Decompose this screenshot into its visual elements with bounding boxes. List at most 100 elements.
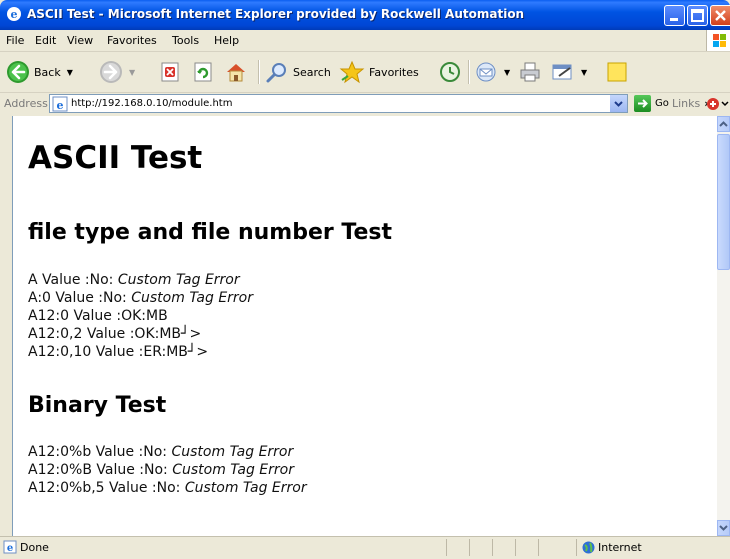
back-arrow-icon [7,61,29,83]
ie-page-icon: e [52,96,68,112]
result-line: A Value :No: Custom Tag Error [28,272,240,288]
internet-globe-icon [582,541,595,554]
frame-border [0,116,13,536]
menu-help[interactable]: Help [214,34,239,47]
minimize-button[interactable] [664,5,685,26]
toolbar-separator [468,60,470,84]
favorites-button[interactable]: Favorites [339,58,419,86]
forward-button[interactable]: ▼ [99,58,135,86]
chevron-down-icon [719,525,728,531]
result-text: A12:0,2 Value :OK:MB┘> [28,326,202,342]
stop-button[interactable] [160,58,182,86]
home-button[interactable] [224,58,248,86]
edit-button[interactable]: ▼ [551,58,587,86]
svg-text:e: e [11,8,18,21]
scroll-thumb[interactable] [717,134,730,270]
back-dropdown-icon[interactable]: ▼ [67,68,73,77]
minimize-icon [670,18,678,21]
print-button[interactable] [518,58,542,86]
maximize-icon [691,9,704,22]
result-line: A12:0%b,5 Value :No: Custom Tag Error [28,480,307,496]
address-bar: Address e http://192.168.0.10/module.htm… [0,93,730,115]
mail-dropdown-icon[interactable]: ▼ [504,68,510,77]
go-button[interactable]: Go [634,95,669,112]
links-label: Links [672,97,701,110]
refresh-icon [194,62,212,82]
status-divider [515,539,516,556]
result-text: A Value :No: [28,272,118,288]
content-frame: ASCII Test file type and file number Tes… [13,138,730,536]
address-label: Address [4,97,48,110]
page-content: ASCII Test file type and file number Tes… [13,138,717,536]
menu-view[interactable]: View [67,34,93,47]
svg-text:e: e [57,99,64,112]
note-icon [607,62,627,82]
mail-button[interactable]: ▼ [474,58,510,86]
forward-arrow-icon [100,61,122,83]
result-line: A12:0%b Value :No: Custom Tag Error [28,444,293,460]
error-text: Custom Tag Error [171,444,294,460]
section-heading-binary: Binary Test [28,393,167,418]
menu-favorites[interactable]: Favorites [107,34,157,47]
vertical-scrollbar[interactable] [717,116,730,536]
forward-dropdown-icon[interactable]: ▼ [129,68,135,77]
history-button[interactable] [438,58,462,86]
status-bar: e Done Internet [0,536,730,559]
address-url: http://192.168.0.10/module.htm [71,98,233,109]
maximize-button[interactable] [687,5,708,26]
mail-icon [476,62,496,82]
favorites-star-icon [339,60,365,84]
edit-dropdown-icon[interactable]: ▼ [581,68,587,77]
go-arrow-icon [634,95,651,112]
close-button[interactable] [710,5,730,26]
search-label: Search [293,65,331,79]
result-text: A12:0%b Value :No: [28,444,172,460]
error-text: Custom Tag Error [172,462,294,478]
address-input[interactable]: e http://192.168.0.10/module.htm [49,94,628,113]
back-button[interactable]: Back ▼ [6,58,73,86]
scroll-up-button[interactable] [717,116,730,132]
error-text: Custom Tag Error [131,290,253,306]
stop-icon [161,62,179,82]
error-text: Custom Tag Error [117,272,240,288]
search-icon [266,63,286,83]
close-icon [715,10,726,21]
content-top-margin [13,116,730,138]
search-button[interactable]: Search [265,58,331,86]
back-label: Back [34,65,61,79]
menu-tools[interactable]: Tools [172,34,199,47]
menu-edit[interactable]: Edit [35,34,56,47]
page-title: ASCII Test [28,140,203,176]
result-text: A12:0,10 Value :ER:MB┘> [28,344,209,360]
result-text: A12:0 Value :OK:MB [28,308,168,324]
addon-button[interactable] [705,94,730,114]
ie-logo-icon: e [7,7,21,21]
address-dropdown-button[interactable] [609,95,627,112]
status-divider [469,539,470,556]
result-line: A12:0%B Value :No: Custom Tag Error [28,462,294,478]
result-line: A:0 Value :No: Custom Tag Error [28,290,253,306]
status-divider [576,539,577,556]
status-divider [492,539,493,556]
chevron-down-icon [614,101,623,107]
windows-flag-icon [713,34,726,47]
result-text: A:0 Value :No: [28,290,132,306]
favorites-label: Favorites [369,65,419,79]
result-text: A12:0%b,5 Value :No: [28,480,185,496]
scroll-down-button[interactable] [717,520,730,536]
home-icon [227,64,245,82]
windows-logo [706,30,730,51]
addon-icon [707,98,729,110]
messenger-button[interactable] [606,58,628,86]
history-icon [440,62,460,82]
result-line: A12:0,2 Value :OK:MB┘> [28,326,201,342]
chevron-up-icon [719,121,728,127]
menu-file[interactable]: File [6,34,24,47]
result-line: A12:0,10 Value :ER:MB┘> [28,344,208,360]
title-bar[interactable]: e ASCII Test - Microsoft Internet Explor… [0,0,730,30]
printer-icon [520,62,540,82]
refresh-button[interactable] [193,58,215,86]
result-text: A12:0%B Value :No: [28,462,173,478]
status-divider [538,539,539,556]
status-text: Done [20,541,49,554]
